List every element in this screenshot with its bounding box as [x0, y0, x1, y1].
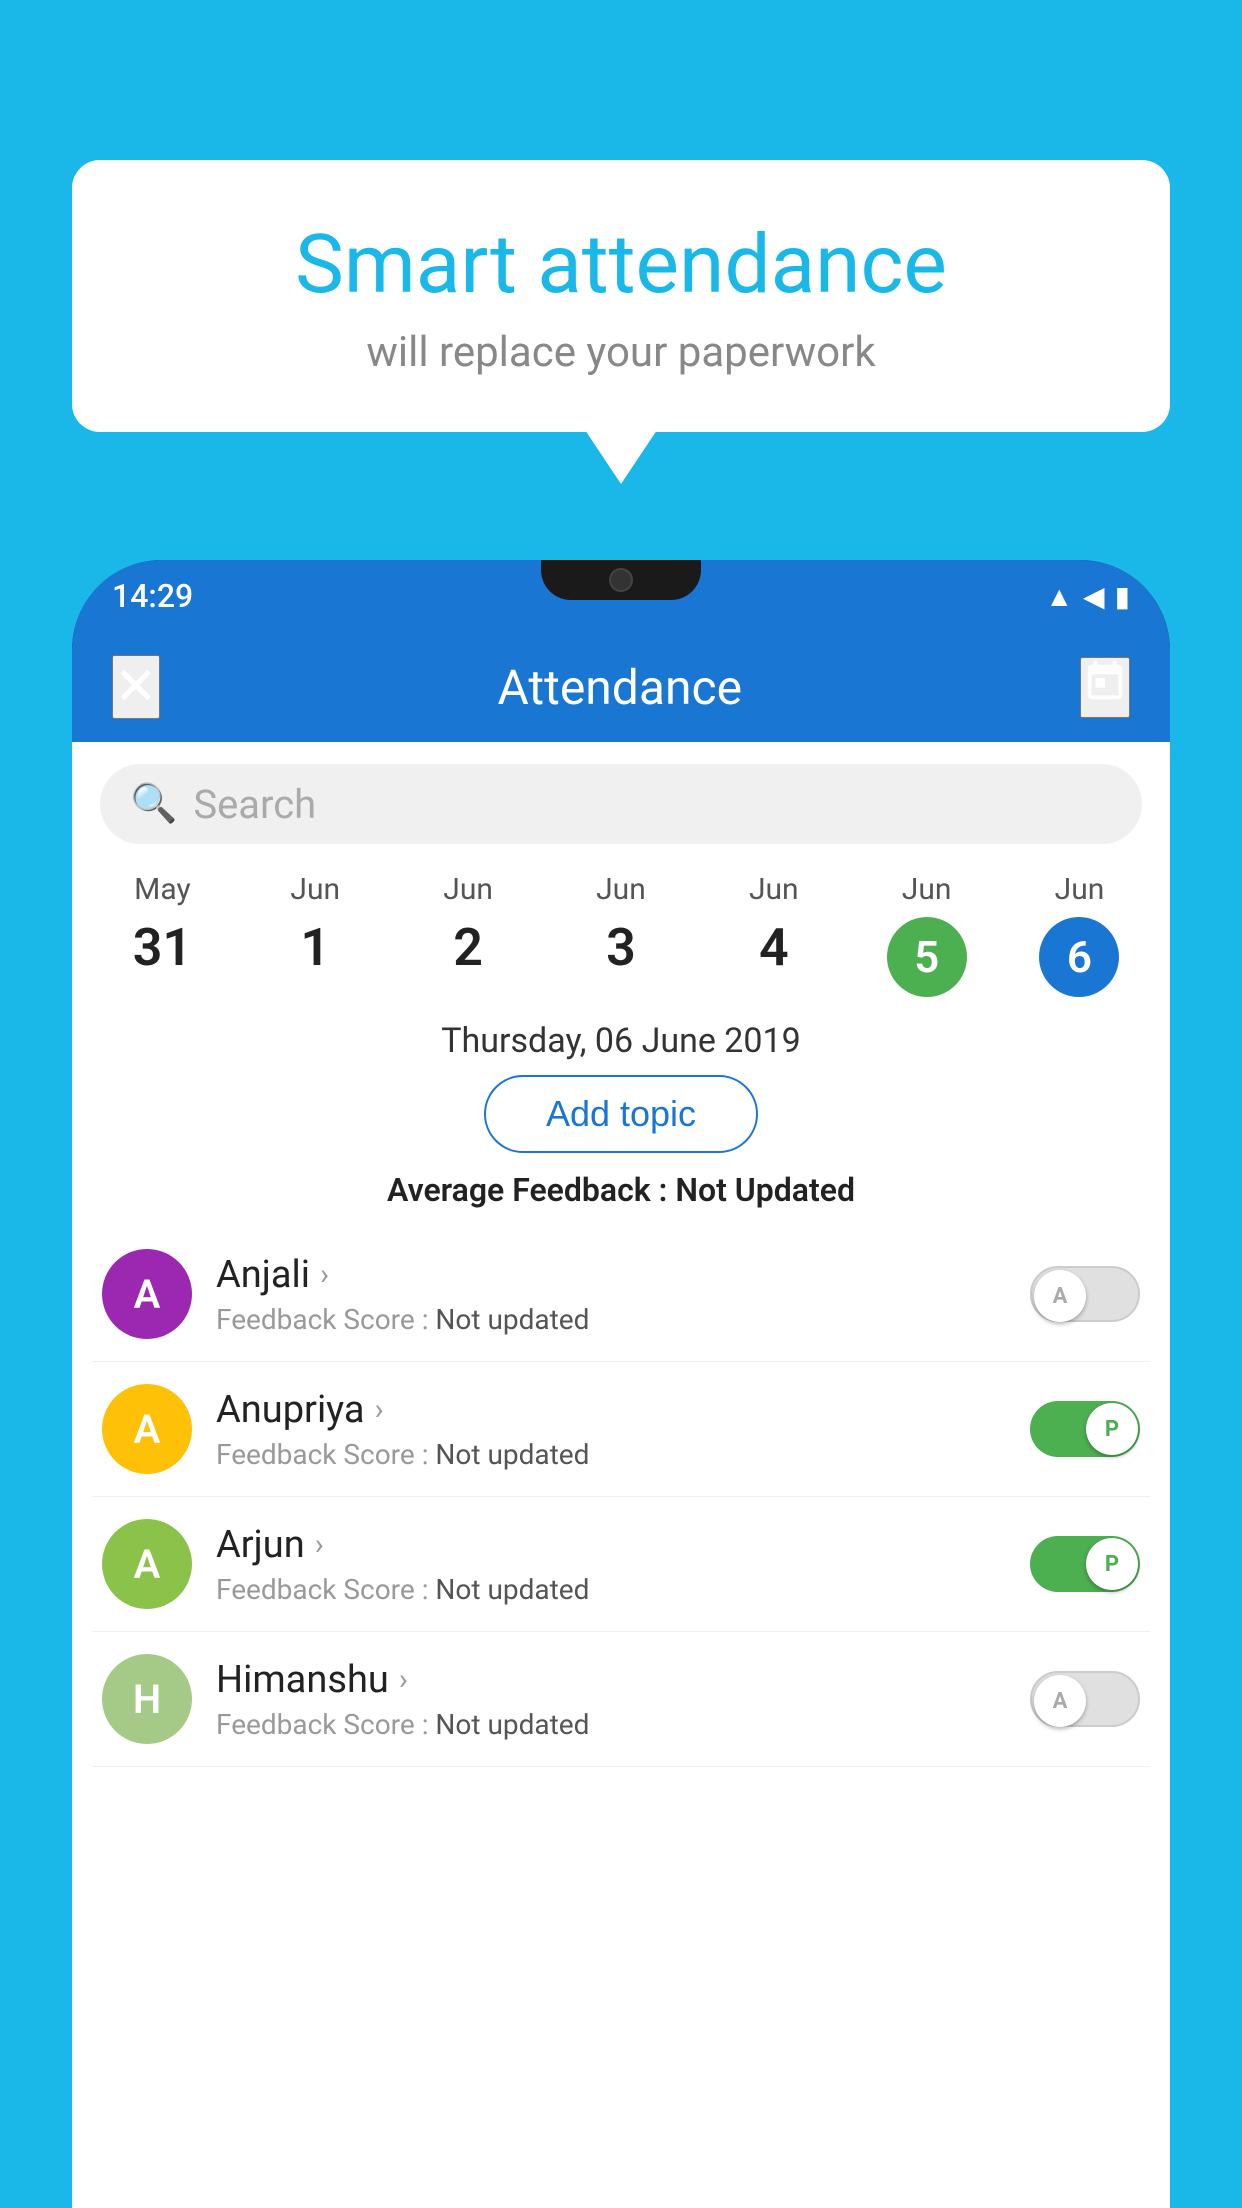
student-avatar: A — [102, 1519, 192, 1609]
phone-content: 🔍 Search May 31 Jun 1 Jun 2 Jun 3 Jun 4 … — [72, 742, 1170, 2208]
cal-month: Jun — [749, 872, 799, 907]
student-info: Arjun › Feedback Score : Not updated — [216, 1523, 1006, 1606]
student-row[interactable]: A Anjali › Feedback Score : Not updated … — [92, 1227, 1150, 1362]
student-list: A Anjali › Feedback Score : Not updated … — [72, 1227, 1170, 1767]
attendance-toggle[interactable]: P — [1030, 1401, 1140, 1457]
avg-feedback-value: Not Updated — [675, 1171, 855, 1209]
toggle-knob: A — [1034, 1675, 1086, 1727]
student-avatar: A — [102, 1384, 192, 1474]
attendance-toggle[interactable]: P — [1030, 1536, 1140, 1592]
student-info: Anjali › Feedback Score : Not updated — [216, 1253, 1006, 1336]
student-name: Anjali › — [216, 1253, 1006, 1297]
student-row[interactable]: A Arjun › Feedback Score : Not updated P — [92, 1497, 1150, 1632]
cal-date: 4 — [759, 917, 789, 978]
student-name: Himanshu › — [216, 1658, 1006, 1702]
student-feedback: Feedback Score : Not updated — [216, 1573, 1006, 1606]
cal-date: 3 — [606, 917, 636, 978]
toggle-knob: P — [1086, 1403, 1138, 1455]
student-info: Himanshu › Feedback Score : Not updated — [216, 1658, 1006, 1741]
cal-date: 2 — [453, 917, 483, 978]
attendance-toggle[interactable]: A — [1030, 1671, 1140, 1727]
student-name: Arjun › — [216, 1523, 1006, 1567]
chevron-right-icon: › — [315, 1527, 324, 1562]
cal-date: 5 — [887, 917, 967, 997]
cal-month: Jun — [443, 872, 493, 907]
calendar-day-31[interactable]: May 31 — [97, 872, 227, 978]
cal-month: May — [134, 872, 190, 907]
battery-icon: ▮ — [1115, 580, 1130, 613]
notch — [541, 560, 701, 600]
cal-date: 31 — [133, 917, 192, 978]
calendar-day-6[interactable]: Jun 6 — [1014, 872, 1144, 997]
cal-month: Jun — [1055, 872, 1105, 907]
avg-feedback: Average Feedback : Not Updated — [72, 1171, 1170, 1209]
student-avatar: H — [102, 1654, 192, 1744]
student-feedback: Feedback Score : Not updated — [216, 1708, 1006, 1741]
student-avatar: A — [102, 1249, 192, 1339]
chevron-right-icon: › — [375, 1392, 384, 1427]
calendar-strip: May 31 Jun 1 Jun 2 Jun 3 Jun 4 Jun 5 Jun… — [72, 862, 1170, 1001]
calendar-day-1[interactable]: Jun 1 — [250, 872, 380, 978]
calendar-day-3[interactable]: Jun 3 — [556, 872, 686, 978]
close-button[interactable]: ✕ — [112, 655, 160, 719]
phone-frame: 14:29 ▲ ◀ ▮ ✕ Attendance 🔍 Search May 31… — [72, 560, 1170, 2208]
calendar-day-4[interactable]: Jun 4 — [709, 872, 839, 978]
student-row[interactable]: A Anupriya › Feedback Score : Not update… — [92, 1362, 1150, 1497]
cal-month: Jun — [902, 872, 952, 907]
cal-date: 6 — [1039, 917, 1119, 997]
calendar-button[interactable] — [1080, 657, 1130, 718]
bubble-subtitle: will replace your paperwork — [122, 328, 1120, 377]
student-feedback: Feedback Score : Not updated — [216, 1438, 1006, 1471]
wifi-icon: ▲ — [1045, 580, 1073, 613]
app-bar: ✕ Attendance — [72, 632, 1170, 742]
toggle-knob: P — [1086, 1538, 1138, 1590]
search-placeholder: Search — [193, 781, 316, 828]
signal-icon: ◀ — [1083, 580, 1105, 613]
student-name: Anupriya › — [216, 1388, 1006, 1432]
chevron-right-icon: › — [320, 1257, 329, 1292]
speech-bubble: Smart attendance will replace your paper… — [72, 160, 1170, 432]
chevron-right-icon: › — [399, 1662, 408, 1697]
student-feedback: Feedback Score : Not updated — [216, 1303, 1006, 1336]
student-row[interactable]: H Himanshu › Feedback Score : Not update… — [92, 1632, 1150, 1767]
status-time: 14:29 — [112, 577, 193, 615]
calendar-day-2[interactable]: Jun 2 — [403, 872, 533, 978]
student-info: Anupriya › Feedback Score : Not updated — [216, 1388, 1006, 1471]
front-camera — [609, 568, 633, 592]
status-icons: ▲ ◀ ▮ — [1045, 580, 1130, 613]
selected-date-label: Thursday, 06 June 2019 — [72, 1021, 1170, 1061]
bubble-title: Smart attendance — [122, 220, 1120, 310]
app-bar-title: Attendance — [498, 659, 743, 716]
avg-feedback-label: Average Feedback : — [387, 1171, 675, 1209]
cal-month: Jun — [290, 872, 340, 907]
cal-month: Jun — [596, 872, 646, 907]
attendance-toggle[interactable]: A — [1030, 1266, 1140, 1322]
calendar-day-5[interactable]: Jun 5 — [862, 872, 992, 997]
add-topic-button[interactable]: Add topic — [484, 1075, 758, 1153]
cal-date: 1 — [300, 917, 330, 978]
search-icon: 🔍 — [130, 782, 177, 826]
toggle-knob: A — [1034, 1270, 1086, 1322]
search-bar[interactable]: 🔍 Search — [100, 764, 1142, 844]
